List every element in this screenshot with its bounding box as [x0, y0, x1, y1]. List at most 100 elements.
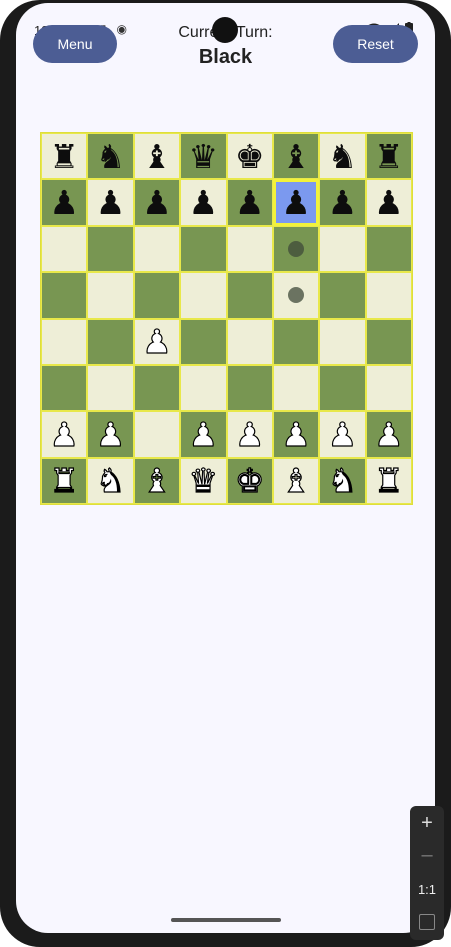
square-b8[interactable]: ♞ — [87, 133, 134, 180]
square-d7[interactable]: ♟ — [180, 179, 227, 226]
square-g1[interactable]: ♞ — [319, 457, 366, 504]
white-bishop-icon[interactable]: ♝ — [142, 464, 173, 498]
square-a6[interactable] — [41, 225, 88, 273]
white-pawn-icon[interactable]: ♟ — [142, 325, 173, 359]
square-d2[interactable]: ♟ — [180, 411, 227, 458]
square-g7[interactable]: ♟ — [319, 179, 366, 226]
square-g3[interactable] — [319, 364, 366, 412]
home-indicator[interactable] — [171, 918, 281, 922]
black-pawn-icon[interactable]: ♟ — [189, 186, 219, 219]
black-rook-icon[interactable]: ♜ — [49, 140, 79, 173]
square-f1[interactable]: ♝ — [272, 457, 320, 504]
white-rook-icon[interactable]: ♜ — [49, 464, 80, 498]
black-pawn-icon[interactable]: ♟ — [49, 186, 79, 219]
square-a1[interactable]: ♜ — [41, 457, 88, 504]
black-queen-icon[interactable]: ♛ — [189, 140, 219, 173]
square-a2[interactable]: ♟ — [41, 411, 88, 458]
white-queen-icon[interactable]: ♛ — [188, 464, 219, 498]
square-c4[interactable]: ♟ — [133, 318, 181, 365]
square-g5[interactable] — [319, 272, 366, 319]
square-a4[interactable] — [41, 318, 88, 365]
square-a7[interactable]: ♟ — [41, 179, 88, 226]
square-b6[interactable] — [87, 225, 134, 273]
square-h3[interactable] — [365, 364, 412, 412]
square-d3[interactable] — [180, 364, 227, 412]
square-c8[interactable]: ♝ — [133, 133, 181, 180]
white-pawn-icon[interactable]: ♟ — [188, 417, 219, 451]
black-pawn-icon[interactable]: ♟ — [328, 186, 358, 219]
square-f7[interactable]: ♟ — [272, 179, 320, 226]
square-d5[interactable] — [180, 272, 227, 319]
black-pawn-icon[interactable]: ♟ — [374, 186, 404, 219]
square-a5[interactable] — [41, 272, 88, 319]
square-d6[interactable] — [180, 225, 227, 273]
square-b7[interactable]: ♟ — [87, 179, 134, 226]
white-pawn-icon[interactable]: ♟ — [95, 417, 126, 451]
square-e4[interactable] — [226, 318, 273, 365]
square-h5[interactable] — [365, 272, 412, 319]
zoom-out-button[interactable]: – — [410, 844, 444, 867]
white-pawn-icon[interactable]: ♟ — [49, 417, 80, 451]
reset-button[interactable]: Reset — [333, 25, 418, 63]
square-a8[interactable]: ♜ — [41, 133, 88, 180]
square-b2[interactable]: ♟ — [87, 411, 134, 458]
move-hint-dot[interactable] — [288, 240, 305, 257]
square-f3[interactable] — [272, 364, 320, 412]
square-f8[interactable]: ♝ — [272, 133, 320, 180]
white-pawn-icon[interactable]: ♟ — [327, 417, 358, 451]
black-knight-icon[interactable]: ♞ — [96, 140, 126, 173]
square-e2[interactable]: ♟ — [226, 411, 273, 458]
square-g6[interactable] — [319, 225, 366, 273]
black-knight-icon[interactable]: ♞ — [328, 140, 358, 173]
square-h7[interactable]: ♟ — [365, 179, 412, 226]
black-pawn-icon[interactable]: ♟ — [281, 186, 311, 219]
zoom-in-button[interactable]: + — [410, 812, 444, 835]
square-c6[interactable] — [133, 225, 181, 273]
square-e8[interactable]: ♚ — [226, 133, 273, 180]
square-e1[interactable]: ♚ — [226, 457, 273, 504]
square-h6[interactable] — [365, 225, 412, 273]
square-d8[interactable]: ♛ — [180, 133, 227, 180]
zoom-ratio-button[interactable]: 1:1 — [410, 882, 444, 897]
white-pawn-icon[interactable]: ♟ — [234, 417, 265, 451]
square-f5[interactable] — [272, 272, 320, 319]
square-f2[interactable]: ♟ — [272, 411, 320, 458]
white-knight-icon[interactable]: ♞ — [327, 464, 358, 498]
square-c1[interactable]: ♝ — [133, 457, 181, 504]
square-a3[interactable] — [41, 364, 88, 412]
square-h2[interactable]: ♟ — [365, 411, 412, 458]
black-pawn-icon[interactable]: ♟ — [235, 186, 265, 219]
square-e5[interactable] — [226, 272, 273, 319]
white-knight-icon[interactable]: ♞ — [95, 464, 126, 498]
square-b4[interactable] — [87, 318, 134, 365]
white-pawn-icon[interactable]: ♟ — [373, 417, 404, 451]
move-hint-dot[interactable] — [288, 287, 305, 304]
black-pawn-icon[interactable]: ♟ — [142, 186, 172, 219]
square-e7[interactable]: ♟ — [226, 179, 273, 226]
square-d4[interactable] — [180, 318, 227, 365]
white-rook-icon[interactable]: ♜ — [373, 464, 404, 498]
square-b5[interactable] — [87, 272, 134, 319]
square-h4[interactable] — [365, 318, 412, 365]
black-king-icon[interactable]: ♚ — [235, 140, 265, 173]
white-pawn-icon[interactable]: ♟ — [281, 417, 312, 451]
square-f4[interactable] — [272, 318, 320, 365]
square-h1[interactable]: ♜ — [365, 457, 412, 504]
square-e6[interactable] — [226, 225, 273, 273]
square-f6[interactable] — [272, 225, 320, 273]
square-g4[interactable] — [319, 318, 366, 365]
square-c3[interactable] — [133, 364, 181, 412]
square-e3[interactable] — [226, 364, 273, 412]
black-pawn-icon[interactable]: ♟ — [96, 186, 126, 219]
square-b3[interactable] — [87, 364, 134, 412]
square-c5[interactable] — [133, 272, 181, 319]
black-bishop-icon[interactable]: ♝ — [142, 140, 172, 173]
black-bishop-icon[interactable]: ♝ — [281, 140, 311, 173]
black-rook-icon[interactable]: ♜ — [374, 140, 404, 173]
square-h8[interactable]: ♜ — [365, 133, 412, 180]
square-g8[interactable]: ♞ — [319, 133, 366, 180]
white-king-icon[interactable]: ♚ — [234, 464, 265, 498]
square-d1[interactable]: ♛ — [180, 457, 227, 504]
square-g2[interactable]: ♟ — [319, 411, 366, 458]
square-c2[interactable] — [133, 411, 181, 458]
